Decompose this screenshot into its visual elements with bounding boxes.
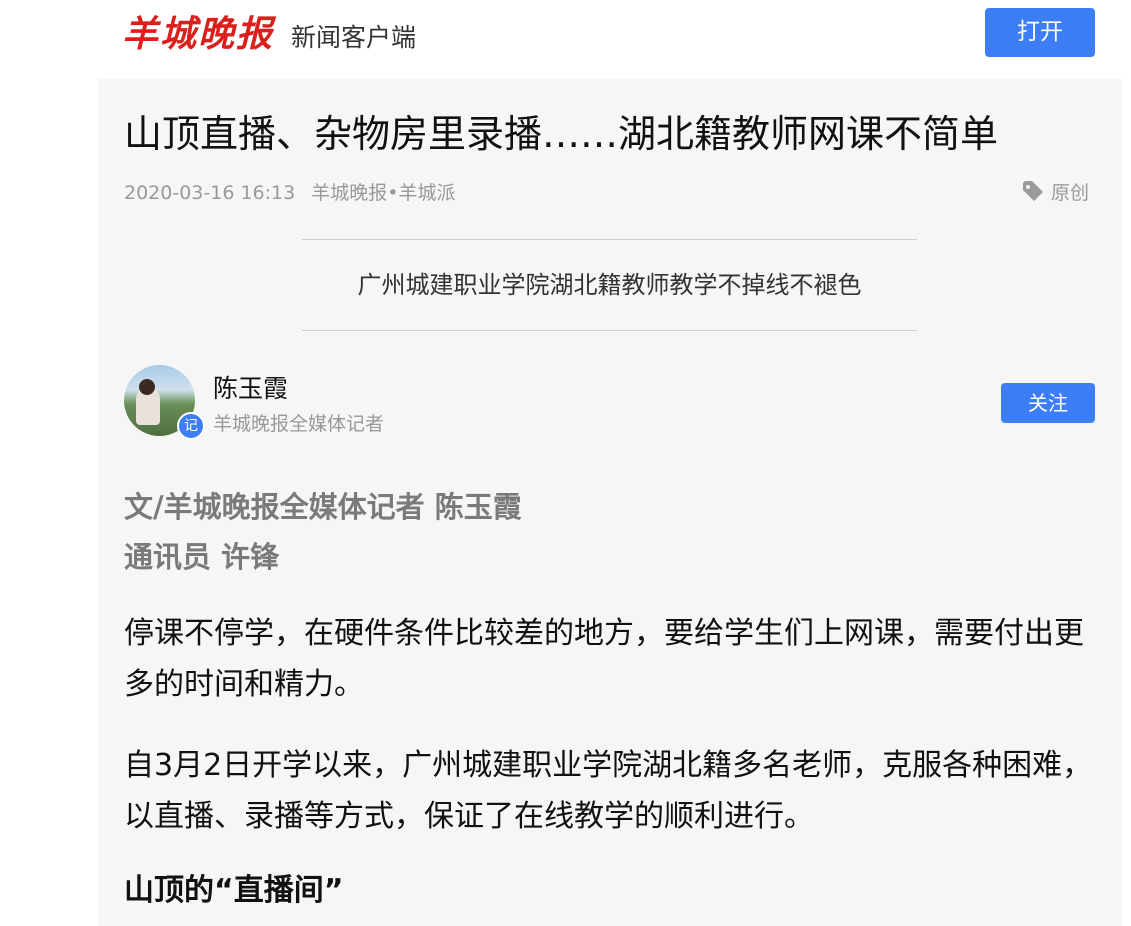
reporter-badge-icon: 记	[177, 412, 205, 440]
article-byline: 文/羊城晚报全媒体记者 陈玉霞 通讯员 许锋	[124, 482, 522, 582]
original-text: 原创	[1051, 182, 1090, 204]
brand-logo[interactable]: 羊城晚报	[122, 12, 274, 56]
subtitle-box: 广州城建职业学院湖北籍教师教学不掉线不褪色	[302, 239, 917, 331]
article-source[interactable]: 羊城晚报•羊城派	[311, 182, 455, 204]
original-label: 原创	[1021, 179, 1089, 207]
app-header: 羊城晚报 新闻客户端 打开	[0, 0, 1131, 78]
paragraph: 自3月2日开学以来，广州城建职业学院湖北籍多名老师，克服各种困难，以直播、录播等…	[124, 748, 1093, 834]
article-title: 山顶直播、杂物房里录播……湖北籍教师网课不简单	[124, 112, 999, 156]
author-name[interactable]: 陈玉霞	[213, 372, 288, 406]
article-meta: 2020-03-16 16:13 羊城晚报•羊城派	[124, 179, 455, 207]
byline-correspondent: 通讯员 许锋	[124, 540, 280, 574]
open-app-button[interactable]: 打开	[985, 8, 1095, 57]
paragraph: 停课不停学，在硬件条件比较差的地方，要给学生们上网课，需要付出更多的时间和精力。	[124, 616, 1084, 702]
byline-reporter: 文/羊城晚报全媒体记者 陈玉霞	[124, 490, 522, 524]
follow-button[interactable]: 关注	[1001, 383, 1095, 423]
author-role: 羊城晚报全媒体记者	[213, 413, 385, 435]
article-subtitle: 广州城建职业学院湖北籍教师教学不掉线不褪色	[357, 271, 862, 299]
article-datetime: 2020-03-16 16:13	[124, 182, 296, 204]
avatar-hair	[139, 379, 155, 395]
app-subtitle: 新闻客户端	[291, 23, 417, 52]
tag-icon	[1023, 181, 1043, 201]
section-heading: 山顶的“直播间”	[124, 873, 344, 908]
